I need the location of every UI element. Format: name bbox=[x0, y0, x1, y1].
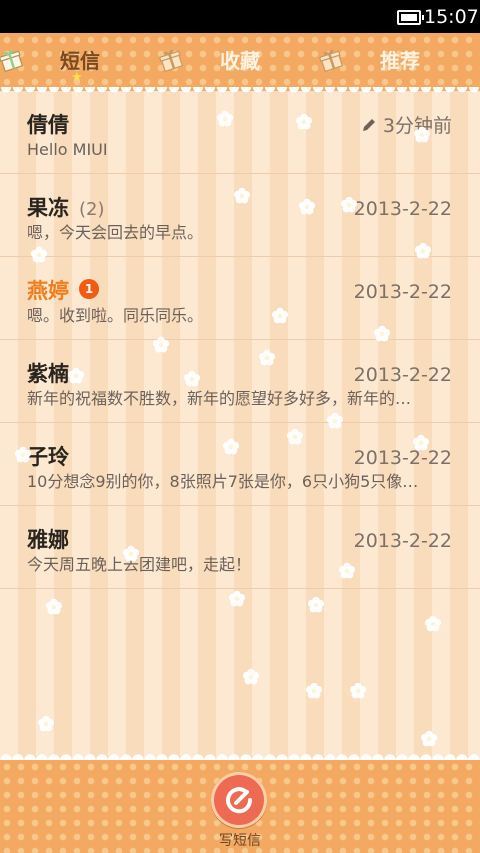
message-date: 2013-2-22 bbox=[353, 364, 452, 386]
message-time-text: 3分钟前 bbox=[382, 115, 452, 137]
lace-divider-top bbox=[0, 87, 480, 97]
list-item[interactable]: 燕婷 1 2013-2-22 嗯。收到啦。同乐同乐。 bbox=[0, 257, 480, 340]
message-preview: 嗯。收到啦。同乐同乐。 bbox=[27, 306, 204, 325]
lace-divider-bottom bbox=[0, 748, 480, 760]
gift-icon bbox=[0, 49, 24, 73]
compose-icon bbox=[226, 787, 253, 814]
message-time: 3分钟前 bbox=[361, 113, 452, 139]
pencil-icon bbox=[362, 118, 375, 131]
list-item[interactable]: 倩倩 3分钟前 Hello MIUI bbox=[0, 91, 480, 174]
active-tab-star-icon: ★ bbox=[71, 70, 83, 85]
message-date: 2013-2-22 bbox=[353, 447, 452, 469]
list-item[interactable]: 子玲 2013-2-22 10分想念9别的你，8张照片7张是你，6只小狗5只像… bbox=[0, 423, 480, 506]
contact-name: 果冻 (2) bbox=[27, 194, 105, 224]
message-preview: 新年的祝福数不胜数，新年的愿望好多好多，新年的… bbox=[27, 389, 412, 408]
unread-badge: 1 bbox=[79, 279, 99, 299]
contact-name: 紫楠 bbox=[27, 360, 69, 388]
tab-bar: 短信 ★ 收藏 推荐 bbox=[0, 33, 480, 91]
message-preview: 今天周五晚上去团建吧，走起！ bbox=[27, 555, 252, 574]
tab-favorites[interactable]: 收藏 bbox=[158, 33, 320, 91]
message-date: 2013-2-22 bbox=[353, 281, 452, 303]
tab-sms[interactable]: 短信 ★ bbox=[0, 33, 160, 91]
contact-name: 子玲 bbox=[27, 443, 69, 471]
list-item[interactable]: 雅娜 2013-2-22 今天周五晚上去团建吧，走起！ bbox=[0, 506, 480, 589]
message-preview: 10分想念9别的你，8张照片7张是你，6只小狗5只像… bbox=[27, 472, 419, 491]
tab-recommended-label: 推荐 bbox=[380, 49, 420, 73]
message-preview: 嗯，今天会回去的早点。 bbox=[27, 223, 204, 242]
tab-favorites-label: 收藏 bbox=[220, 49, 260, 73]
bottom-bar: 写短信 bbox=[0, 760, 480, 853]
battery-icon bbox=[397, 10, 424, 25]
message-preview: Hello MIUI bbox=[27, 140, 108, 159]
contact-name-text: 燕婷 bbox=[27, 279, 69, 303]
status-time: 15:07 bbox=[424, 6, 479, 28]
message-date: 2013-2-22 bbox=[353, 530, 452, 552]
contact-name-text: 果冻 bbox=[27, 196, 69, 220]
contact-name: 燕婷 1 bbox=[27, 277, 99, 305]
status-bar: 15:07 bbox=[0, 0, 480, 33]
gift-icon bbox=[158, 49, 184, 73]
list-item[interactable]: 紫楠 2013-2-22 新年的祝福数不胜数，新年的愿望好多好多，新年的… bbox=[0, 340, 480, 423]
gift-icon bbox=[318, 49, 344, 73]
contact-name: 雅娜 bbox=[27, 526, 69, 554]
compose-button[interactable] bbox=[211, 772, 267, 828]
compose-label: 写短信 bbox=[219, 833, 261, 849]
tab-recommended[interactable]: 推荐 bbox=[318, 33, 480, 91]
message-date: 2013-2-22 bbox=[353, 198, 452, 220]
contact-name-text: 紫楠 bbox=[27, 362, 69, 386]
contact-name: 倩倩 bbox=[27, 111, 69, 139]
contact-name-text: 倩倩 bbox=[27, 113, 69, 137]
contact-name-text: 雅娜 bbox=[27, 528, 69, 552]
list-item[interactable]: 果冻 (2) 2013-2-22 嗯，今天会回去的早点。 bbox=[0, 174, 480, 257]
message-count: (2) bbox=[79, 199, 105, 220]
message-list[interactable]: 倩倩 3分钟前 Hello MIUI 果冻 (2) 2013-2-22 嗯，今天会… bbox=[0, 91, 480, 760]
contact-name-text: 子玲 bbox=[27, 445, 69, 469]
